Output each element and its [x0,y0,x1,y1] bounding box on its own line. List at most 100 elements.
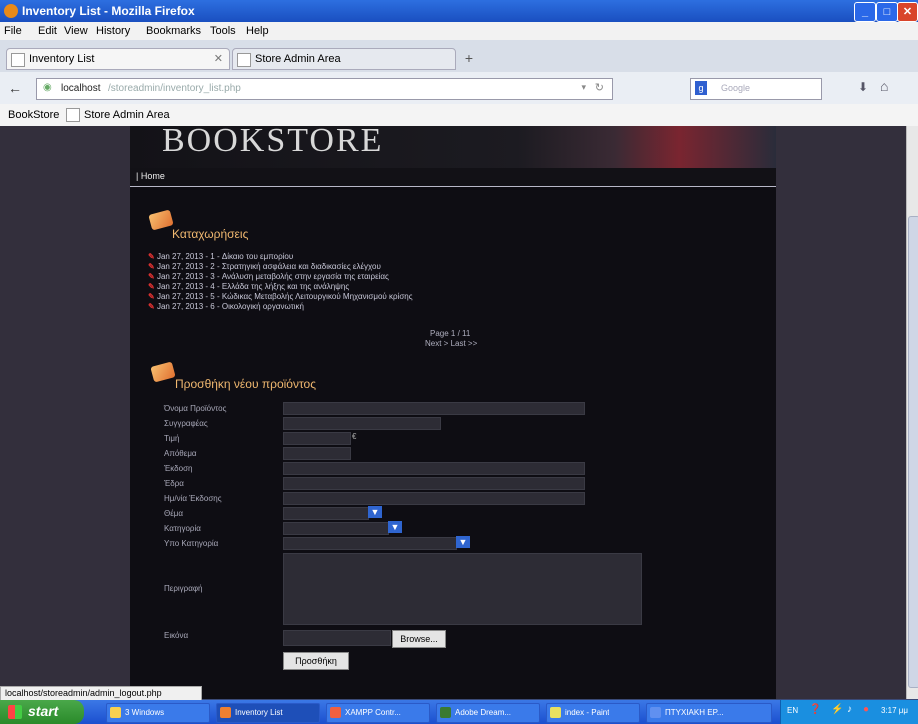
clock[interactable]: 3:17 μμ [881,706,908,715]
listing-item[interactable]: ✎ Jan 27, 2013 - 4 - Ελλάδα της λήξης κα… [148,282,349,291]
page-icon [237,53,251,67]
chevron-down-icon[interactable]: ▼ [456,536,470,548]
listing-item[interactable]: ✎ Jan 27, 2013 - 6 - Οικολογική οργανωτι… [148,302,304,311]
window-titlebar: Inventory List - Mozilla Firefox _ □ ✕ [0,0,918,22]
form-title: Προσθήκη νέου προϊόντος [175,377,316,391]
volume-icon[interactable]: ♪ [847,704,852,715]
taskbar-item[interactable]: 3 Windows [106,703,210,723]
price-input[interactable] [283,432,351,445]
publisher-input[interactable] [283,477,585,490]
date-input[interactable] [283,492,585,505]
tab-store-admin[interactable]: Store Admin Area [232,48,456,70]
taskbar-item[interactable]: index - Paint [546,703,640,723]
site-identity-icon[interactable]: ◉ [43,82,52,93]
page-icon [11,53,25,67]
browse-button[interactable]: Browse... [392,630,446,648]
url-bar[interactable]: ◉ localhost /storeadmin/inventory_list.p… [36,78,613,100]
menu-bookmarks[interactable]: Bookmarks [146,25,201,37]
site-nav: | Home [130,168,776,187]
back-button[interactable]: ← [8,80,26,96]
page-indicator: Page 1 / 11 [430,329,471,338]
page-background-right [776,126,906,699]
windows-logo-icon [8,705,22,719]
label-price: Τιμή [164,434,180,443]
menu-view[interactable]: View [64,25,88,37]
label-image: Εικόνα [164,631,189,640]
close-button[interactable]: ✕ [897,2,918,22]
label-stock: Απόθεμα [164,449,197,458]
menu-help[interactable]: Help [246,25,269,37]
listing-item[interactable]: ✎ Jan 27, 2013 - 3 - Ανάλυση μεταβολής σ… [148,272,389,281]
chevron-down-icon[interactable]: ▼ [388,521,402,533]
tab-close-icon[interactable]: ✕ [214,52,223,65]
search-engine-icon[interactable]: g [695,81,707,95]
product-name-input[interactable] [283,402,585,415]
edition-input[interactable] [283,462,585,475]
add-product-button[interactable]: Προσθήκη [283,652,349,670]
label-author: Συγγραφέας [164,419,208,428]
window-title: Inventory List - Mozilla Firefox [22,4,195,18]
listings-title: Καταχωρήσεις [172,227,249,241]
url-host: localhost [61,83,101,94]
taskbar-item[interactable]: XAMPP Contr... [326,703,430,723]
label-category: Κατηγορία [164,524,201,533]
description-textarea[interactable] [283,553,642,625]
taskbar-item[interactable]: Adobe Dream... [436,703,540,723]
site-banner: BOOKSTORE [130,122,776,168]
pencil-icon: ✎ [148,302,155,311]
language-indicator[interactable]: EN [787,706,798,715]
firefox-icon [4,4,18,18]
menu-tools[interactable]: Tools [210,25,236,37]
label-description: Περιγραφή [164,584,203,593]
chevron-down-icon[interactable]: ▼ [368,506,382,518]
download-icon[interactable]: ⬇ [858,80,874,96]
image-file-input[interactable] [283,630,391,646]
subcategory-select[interactable] [283,537,457,550]
pagination-links[interactable]: Next > Last >> [425,339,477,348]
antivirus-icon[interactable]: ● [863,704,869,715]
start-button[interactable]: start [0,700,84,724]
site-logo: BOOKSTORE [162,122,384,159]
help-icon[interactable]: ❓ [809,704,821,715]
tab-label: Store Admin Area [255,53,341,65]
bookmarks-bar: BookStore Store Admin Area [0,104,918,127]
url-path: /storeadmin/inventory_list.php [108,83,241,94]
bookmark-store-admin[interactable]: Store Admin Area [84,109,170,121]
home-icon[interactable]: ⌂ [880,78,896,94]
page-background-left [0,126,130,699]
author-input[interactable] [283,417,441,430]
tab-inventory-list[interactable]: Inventory List ✕ [6,48,230,70]
maximize-button[interactable]: □ [876,2,898,22]
dropdown-icon[interactable]: ▾ [581,82,586,93]
label-theme: Θέμα [164,509,184,518]
start-label: start [28,703,59,719]
network-icon[interactable]: ⚡ [831,704,843,715]
taskbar-item[interactable]: ΠΤΥΧΙΑΚΗ ΕΡ... [646,703,772,723]
menu-bar: File Edit View History Bookmarks Tools H… [0,22,918,40]
status-link-text: localhost/storeadmin/admin_logout.php [5,688,162,698]
listing-item[interactable]: ✎ Jan 27, 2013 - 5 - Κώδικας Μεταβολής Λ… [148,292,413,301]
menu-file[interactable]: File [4,25,22,37]
taskbar-item[interactable]: Inventory List [216,703,320,723]
label-subcategory: Υπο Κατηγορία [164,539,219,548]
vertical-scrollbar[interactable] [906,126,918,699]
new-tab-button[interactable]: + [460,50,478,66]
menu-edit[interactable]: Edit [38,25,57,37]
listing-item[interactable]: ✎ Jan 27, 2013 - 1 - Δίκαιο του εμπορίου [148,252,293,261]
category-select[interactable] [283,522,389,535]
label-edition: Έκδοση [164,464,193,473]
pencil-icon: ✎ [148,262,155,271]
home-link[interactable]: | Home [136,171,165,181]
pencil-icon: ✎ [148,272,155,281]
system-tray: EN ❓ ⚡ ♪ ● 3:17 μμ [780,700,918,724]
bookmark-bookstore[interactable]: BookStore [8,109,59,121]
scrollbar-thumb[interactable] [908,216,918,688]
menu-history[interactable]: History [96,25,130,37]
minimize-button[interactable]: _ [854,2,876,22]
stock-input[interactable] [283,447,351,460]
reload-icon[interactable]: ↻ [595,81,604,94]
xampp-icon [330,707,341,718]
theme-select[interactable] [283,507,369,520]
search-box[interactable]: g Google [690,78,822,100]
listing-item[interactable]: ✎ Jan 27, 2013 - 2 - Στρατηγική ασφάλεια… [148,262,381,271]
